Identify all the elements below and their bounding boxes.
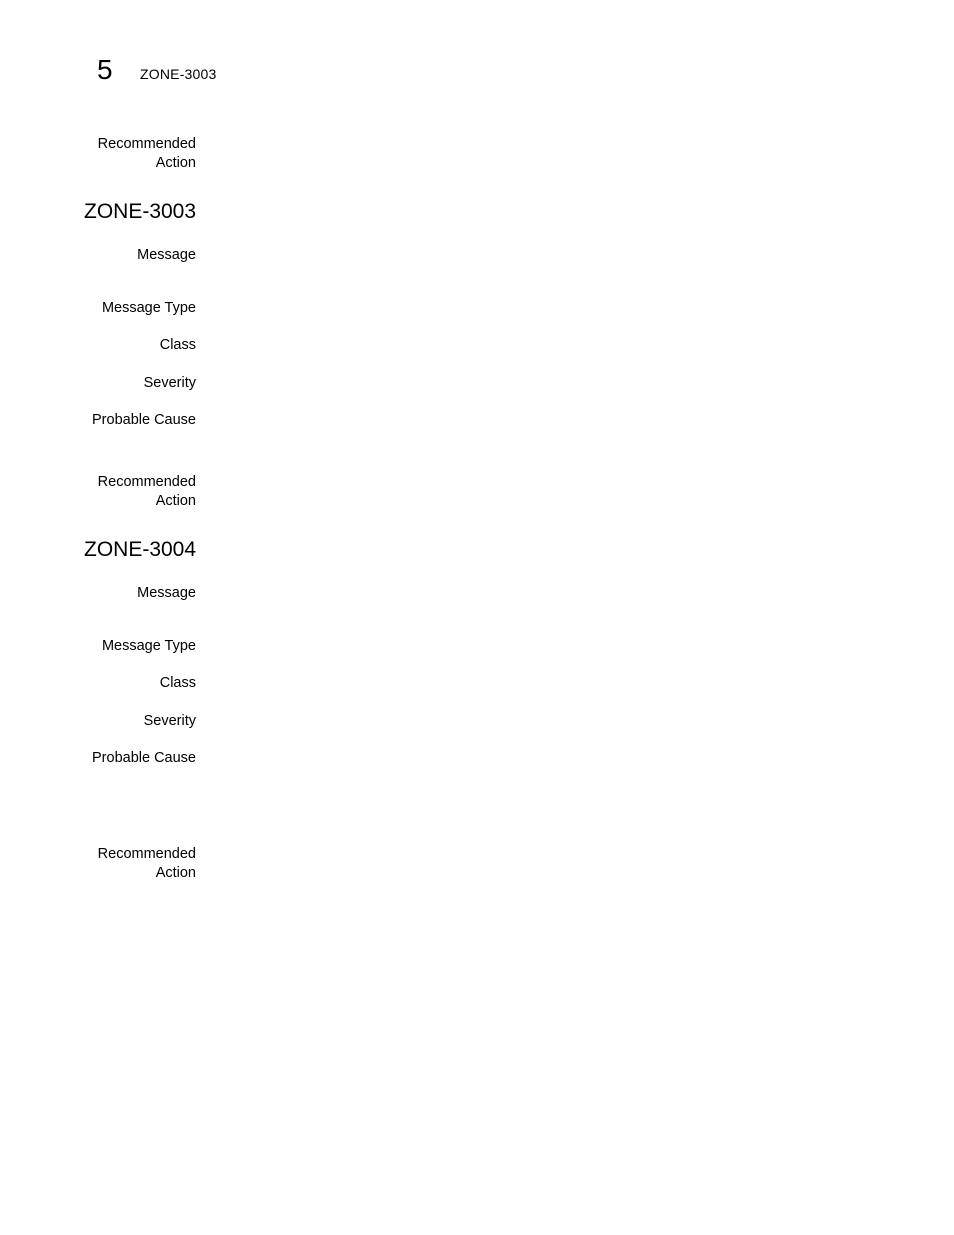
message-type-label: Message Type bbox=[101, 638, 196, 654]
message-label: Message bbox=[137, 247, 196, 263]
label-line: Action bbox=[155, 155, 196, 171]
running-title: ZONE-3003 bbox=[140, 66, 217, 82]
label-line: Recommended bbox=[97, 136, 196, 152]
probable-cause-label: Probable Cause bbox=[92, 412, 196, 428]
label-line: Recommended bbox=[97, 474, 196, 490]
chapter-number: 5 bbox=[97, 54, 113, 85]
label-line: Action bbox=[155, 865, 196, 881]
recommended-action-label: Recommended Action bbox=[16, 473, 196, 511]
class-label: Class bbox=[159, 337, 196, 353]
section-title: ZONE-3004 bbox=[84, 538, 197, 561]
section-title: ZONE-3003 bbox=[84, 200, 197, 223]
recommended-action-label: Recommended Action bbox=[16, 135, 196, 173]
severity-label: Severity bbox=[143, 713, 196, 729]
class-label: Class bbox=[159, 675, 196, 691]
probable-cause-label: Probable Cause bbox=[92, 750, 196, 766]
severity-label: Severity bbox=[143, 375, 196, 391]
message-label: Message bbox=[137, 585, 196, 601]
label-line: Recommended bbox=[97, 846, 196, 862]
message-type-label: Message Type bbox=[101, 300, 196, 316]
label-line: Action bbox=[155, 493, 196, 509]
recommended-action-label: Recommended Action bbox=[16, 845, 196, 883]
